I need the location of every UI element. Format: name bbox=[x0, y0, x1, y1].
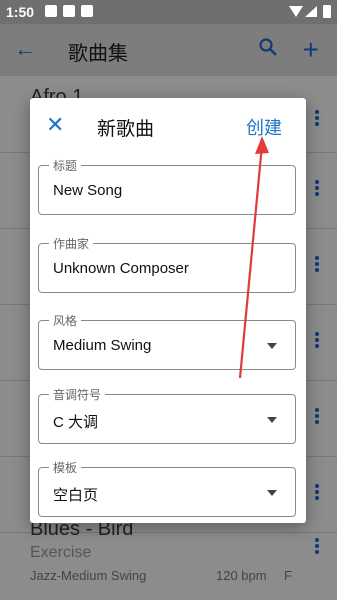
title-field-value[interactable]: New Song bbox=[53, 182, 122, 199]
dropdown-arrow-icon[interactable] bbox=[267, 343, 277, 349]
more-vert-icon[interactable] bbox=[315, 538, 319, 556]
status-bar: 1:50 bbox=[0, 0, 337, 24]
key-signature-label: 音调符号 bbox=[49, 386, 106, 403]
search-icon[interactable] bbox=[259, 38, 277, 56]
more-vert-icon[interactable] bbox=[315, 256, 319, 274]
style-select-label: 风格 bbox=[49, 312, 82, 329]
dropdown-arrow-icon[interactable] bbox=[267, 490, 277, 496]
title-field[interactable]: 标题 New Song bbox=[38, 157, 296, 215]
template-select[interactable]: 模板 空白页 bbox=[38, 459, 296, 517]
signal-icon bbox=[305, 6, 317, 17]
arrow-left-icon[interactable]: ← bbox=[14, 36, 36, 62]
wifi-icon bbox=[289, 6, 303, 17]
app-bar: ← 歌曲集 + bbox=[0, 24, 337, 76]
key-signature-value: C 大调 bbox=[53, 414, 99, 431]
plus-icon[interactable]: + bbox=[303, 34, 319, 66]
page-title: 歌曲集 bbox=[68, 43, 128, 65]
close-icon[interactable]: ✕ bbox=[46, 112, 64, 138]
composer-field[interactable]: 作曲家 Unknown Composer bbox=[38, 235, 296, 293]
dropdown-arrow-icon[interactable] bbox=[267, 417, 277, 423]
style-select[interactable]: 风格 Medium Swing bbox=[38, 312, 296, 370]
status-time: 1:50 bbox=[6, 4, 35, 20]
notification-icon bbox=[63, 5, 75, 17]
list-item[interactable]: Blues - Bird Exercise Jazz-Medium Swing … bbox=[0, 512, 337, 600]
song-tempo: 120 bpm bbox=[216, 568, 267, 583]
dialog-title: 新歌曲 bbox=[97, 119, 155, 140]
create-button[interactable]: 创建 bbox=[246, 114, 282, 140]
composer-field-value[interactable]: Unknown Composer bbox=[53, 260, 189, 277]
notification-icon bbox=[81, 5, 93, 17]
key-signature-select[interactable]: 音调符号 C 大调 bbox=[38, 386, 296, 444]
more-vert-icon[interactable] bbox=[315, 180, 319, 198]
song-subtitle: Exercise bbox=[30, 544, 92, 561]
new-song-dialog: ✕ 新歌曲 创建 标题 New Song 作曲家 Unknown Compose… bbox=[30, 98, 306, 523]
template-value: 空白页 bbox=[53, 487, 99, 504]
song-key: F bbox=[284, 568, 292, 583]
more-vert-icon[interactable] bbox=[315, 408, 319, 426]
song-style: Jazz-Medium Swing bbox=[30, 568, 147, 583]
style-select-value: Medium Swing bbox=[53, 337, 152, 354]
title-field-label: 标题 bbox=[49, 157, 82, 174]
composer-field-label: 作曲家 bbox=[49, 235, 94, 252]
battery-icon bbox=[323, 5, 331, 18]
more-vert-icon[interactable] bbox=[315, 332, 319, 350]
notification-icon bbox=[45, 5, 57, 17]
more-vert-icon[interactable] bbox=[315, 484, 319, 502]
more-vert-icon[interactable] bbox=[315, 110, 319, 128]
template-label: 模板 bbox=[49, 459, 82, 476]
